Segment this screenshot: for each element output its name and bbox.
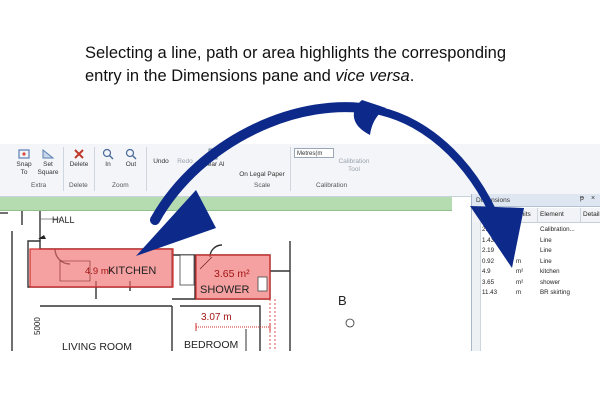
- caption-period: .: [409, 67, 415, 85]
- length-value: 3.07 m: [201, 312, 232, 323]
- caption-line-2: entry in the Dimensions pane and vice ve…: [85, 65, 555, 88]
- caption-line-1: Selecting a line, path or area highlight…: [85, 44, 507, 62]
- caption-italic: vice versa: [335, 67, 410, 85]
- bedroom-label: BEDROOM: [184, 339, 238, 351]
- living-room-label: LIVING ROOM: [62, 341, 132, 351]
- arrows-overlay: [0, 144, 600, 301]
- arrow-curl: [353, 100, 386, 135]
- app-window: Snap To Set Square Extra Delete Delete I…: [0, 144, 600, 351]
- caption: Selecting a line, path or area highlight…: [85, 42, 555, 88]
- dimension-5000-label: 5000: [33, 317, 42, 335]
- caption-text: entry in the Dimensions pane and: [85, 67, 336, 85]
